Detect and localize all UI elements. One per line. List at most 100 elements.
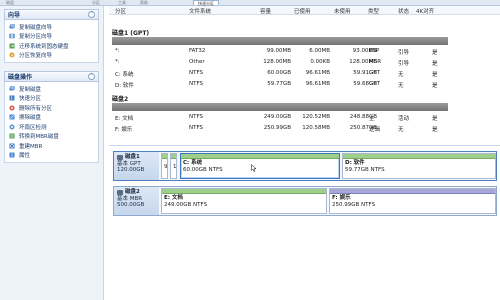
delete-all-icon	[9, 105, 15, 111]
disk-map: 磁盘1 基本 GPT 120.00GB 9 1 C: 系统 60.00GB NT…	[109, 145, 500, 300]
col-used[interactable]: 已使用	[294, 7, 311, 15]
cell-partition: D: 软件	[115, 83, 134, 89]
cell-status: 无	[398, 127, 404, 133]
partition-info: 249.00GB NTFS	[164, 201, 208, 208]
quick-partition-icon	[9, 95, 15, 101]
left-panel: 向导 ⌃ 复制磁盘向导 复制分区向导 迁移系统到固态硬盘 分区恢复向导 磁盘操作…	[0, 6, 104, 300]
partition-block-msr[interactable]: 1	[170, 153, 177, 179]
tab-partition[interactable]: 分区	[92, 0, 100, 5]
disk-op-delete-all[interactable]: 删除所有分区	[5, 103, 98, 113]
table-row[interactable]: *: Other 128.00MB 0.00KB 128.00MB MSR 引导…	[109, 58, 500, 67]
tab-help[interactable]: 帮助	[140, 0, 148, 5]
cell-4k: 是	[432, 50, 438, 56]
cell-capacity: 60.00GB	[267, 70, 291, 76]
usage-bar	[343, 154, 495, 159]
wizard-section-header[interactable]: 向导 ⌃	[4, 9, 99, 20]
partition-block-c[interactable]: C: 系统 60.00GB NTFS	[180, 153, 340, 179]
group-label-disk1: 磁盘1 (GPT)	[112, 30, 150, 37]
disk-name: 磁盘1	[125, 154, 140, 160]
disk-op-wipe-disk[interactable]: 擦除磁盘	[5, 113, 98, 123]
cell-4k: 是	[432, 127, 438, 133]
table-row[interactable]: E: 文档 NTFS 249.00GB 120.52MB 248.88GB 主 …	[109, 113, 500, 122]
recover-partition-icon	[9, 52, 15, 58]
disk-icon	[117, 189, 123, 195]
copy-partition-icon	[9, 34, 15, 39]
disk-row-1[interactable]: 磁盘1 基本 GPT 120.00GB 9 1 C: 系统 60.00GB NT…	[113, 151, 497, 181]
usage-bar	[330, 189, 495, 194]
disk-op-quick-partition[interactable]: 快速分区	[5, 94, 98, 104]
table-row[interactable]: D: 软件 NTFS 59.77GB 96.61MB 59.68GB GPT 无…	[109, 80, 500, 89]
bad-sector-icon	[9, 124, 15, 130]
usage-bar	[171, 154, 176, 159]
cell-used: 0.00KB	[310, 59, 330, 65]
tab-disk[interactable]: 磁盘	[6, 0, 14, 5]
col-type[interactable]: 类型	[368, 7, 379, 15]
disk-info[interactable]: 磁盘2 基本 MBR 500.00GB	[114, 187, 159, 215]
disk-icon	[117, 154, 123, 160]
col-filesystem[interactable]: 文件系统	[189, 7, 211, 15]
col-capacity[interactable]: 容量	[260, 7, 271, 15]
disk-size: 500.00GB	[117, 202, 145, 208]
col-partition[interactable]: 分区	[115, 7, 126, 15]
table-header: 分区 文件系统 容量 已使用 未使用 类型 状态 4K对齐	[109, 6, 500, 15]
cell-used: 6.00MB	[309, 48, 330, 54]
partition-block-esp[interactable]: 9	[161, 153, 168, 179]
wizard-item-copy-disk[interactable]: 复制磁盘向导	[5, 22, 98, 32]
disk-ops-section-header[interactable]: 磁盘操作 ⌃	[4, 71, 99, 82]
disk-op-convert-mbr[interactable]: 转换到MBR磁盘	[5, 132, 98, 142]
properties-icon	[9, 152, 15, 158]
disk-op-properties[interactable]: 属性	[5, 151, 98, 161]
wizard-item-copy-partition[interactable]: 复制分区向导	[5, 32, 98, 42]
partition-block-f[interactable]: F: 娱乐 250.99GB NTFS	[329, 188, 496, 214]
tab-tools[interactable]: 工具	[118, 0, 126, 5]
col-unused[interactable]: 未使用	[334, 7, 351, 15]
wizard-item-label: 分区恢复向导	[19, 53, 53, 60]
cell-filesystem: NTFS	[189, 114, 204, 120]
disk-op-label: 快速分区	[19, 96, 42, 103]
collapse-icon[interactable]: ⌃	[88, 11, 95, 18]
cell-filesystem: NTFS	[189, 70, 204, 76]
disk-op-label: 删除所有分区	[19, 105, 53, 112]
partition-label: 1	[173, 164, 177, 170]
cell-type: 主	[369, 116, 375, 122]
cell-used: 96.61MB	[305, 70, 330, 76]
collapse-icon[interactable]: ⌃	[88, 73, 95, 80]
partition-info: 250.99GB NTFS	[332, 201, 376, 208]
cell-used: 120.58MB	[302, 125, 330, 131]
table-row[interactable]: C: 系统 NTFS 60.00GB 96.61MB 59.91GB GPT 无…	[109, 69, 500, 78]
cell-partition: *:	[115, 59, 120, 65]
disk-op-bad-sector[interactable]: 坏扇区检测	[5, 122, 98, 132]
tab-quick-partition[interactable]: 快速分区	[193, 0, 219, 6]
group-label-disk2: 磁盘2	[112, 96, 129, 103]
cell-status: 无	[398, 72, 404, 78]
cell-capacity: 99.00MB	[266, 48, 291, 54]
convert-mbr-icon	[9, 133, 15, 139]
cell-capacity: 249.00GB	[263, 114, 291, 120]
cell-partition: C: 系统	[115, 72, 134, 78]
partition-block-d[interactable]: D: 软件 59.77GB NTFS	[342, 153, 496, 179]
partition-block-e[interactable]: E: 文档 249.00GB NTFS	[161, 188, 327, 214]
disk-row-2[interactable]: 磁盘2 基本 MBR 500.00GB E: 文档 249.00GB NTFS …	[113, 186, 497, 216]
col-4k-align[interactable]: 4K对齐	[416, 7, 434, 15]
disk-op-rebuild-mbr[interactable]: 重建MBR	[5, 141, 98, 151]
disk-info[interactable]: 磁盘1 基本 GPT 120.00GB	[114, 152, 159, 180]
wizard-item-recover-partition[interactable]: 分区恢复向导	[5, 51, 98, 61]
usage-bar	[162, 189, 326, 194]
wizard-item-migrate-os[interactable]: 迁移系统到固态硬盘	[5, 41, 98, 51]
disk-ops-section-title: 磁盘操作	[8, 74, 33, 81]
disk-name: 磁盘2	[125, 189, 140, 195]
col-status[interactable]: 状态	[398, 7, 409, 15]
disk-op-label: 坏扇区检测	[19, 124, 47, 131]
disk-op-copy-disk[interactable]: 复制磁盘	[5, 84, 98, 94]
wizard-item-label: 复制磁盘向导	[19, 24, 53, 31]
usage-bar	[181, 154, 339, 159]
wizard-item-label: 迁移系统到固态硬盘	[19, 43, 69, 50]
cell-filesystem: NTFS	[189, 81, 204, 87]
cell-filesystem: NTFS	[189, 125, 204, 131]
table-row[interactable]: *: FAT32 99.00MB 6.00MB 93.00MB ESP 引导 是	[109, 47, 500, 56]
table-row[interactable]: F: 娱乐 NTFS 250.99GB 120.58MB 250.87GB 逻辑…	[109, 124, 500, 133]
group-bar-disk1	[112, 37, 448, 45]
copy-disk-icon	[9, 86, 15, 91]
cell-partition: F: 娱乐	[115, 127, 133, 133]
disk-op-label: 转换到MBR磁盘	[19, 134, 59, 141]
